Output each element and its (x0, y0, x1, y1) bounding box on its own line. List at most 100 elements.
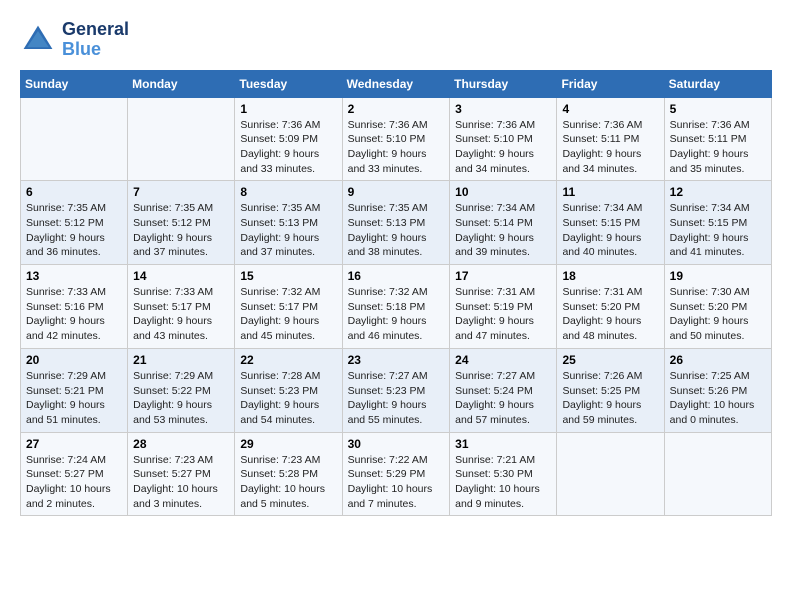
day-info: Sunrise: 7:26 AM Sunset: 5:25 PM Dayligh… (562, 369, 658, 428)
day-number: 16 (348, 269, 445, 283)
day-info: Sunrise: 7:35 AM Sunset: 5:12 PM Dayligh… (133, 201, 229, 260)
day-cell-23: 23 Sunrise: 7:27 AM Sunset: 5:23 PM Dayli… (342, 348, 450, 432)
day-number: 27 (26, 437, 122, 451)
day-number: 20 (26, 353, 122, 367)
day-number: 8 (240, 185, 336, 199)
day-number: 18 (562, 269, 658, 283)
day-cell-6: 6 Sunrise: 7:35 AM Sunset: 5:12 PM Daylig… (21, 181, 128, 265)
day-cell-26: 26 Sunrise: 7:25 AM Sunset: 5:26 PM Dayli… (664, 348, 771, 432)
day-info: Sunrise: 7:36 AM Sunset: 5:11 PM Dayligh… (562, 118, 658, 177)
day-cell-1: 1 Sunrise: 7:36 AM Sunset: 5:09 PM Daylig… (235, 97, 342, 181)
day-info: Sunrise: 7:22 AM Sunset: 5:29 PM Dayligh… (348, 453, 445, 512)
day-info: Sunrise: 7:36 AM Sunset: 5:10 PM Dayligh… (455, 118, 551, 177)
day-info: Sunrise: 7:30 AM Sunset: 5:20 PM Dayligh… (670, 285, 766, 344)
day-info: Sunrise: 7:36 AM Sunset: 5:11 PM Dayligh… (670, 118, 766, 177)
day-cell-22: 22 Sunrise: 7:28 AM Sunset: 5:23 PM Dayli… (235, 348, 342, 432)
day-number: 6 (26, 185, 122, 199)
day-info: Sunrise: 7:33 AM Sunset: 5:17 PM Dayligh… (133, 285, 229, 344)
calendar-week-2: 6 Sunrise: 7:35 AM Sunset: 5:12 PM Daylig… (21, 181, 772, 265)
day-info: Sunrise: 7:33 AM Sunset: 5:16 PM Dayligh… (26, 285, 122, 344)
day-cell-15: 15Sunrise: 7:32 AM Sunset: 5:17 PM Dayli… (235, 265, 342, 349)
day-number: 26 (670, 353, 766, 367)
day-info: Sunrise: 7:35 AM Sunset: 5:13 PM Dayligh… (348, 201, 445, 260)
day-cell-8: 8 Sunrise: 7:35 AM Sunset: 5:13 PM Daylig… (235, 181, 342, 265)
day-number: 4 (562, 102, 658, 116)
day-info: Sunrise: 7:27 AM Sunset: 5:23 PM Dayligh… (348, 369, 445, 428)
day-info: Sunrise: 7:31 AM Sunset: 5:20 PM Dayligh… (562, 285, 658, 344)
day-cell-3: 3 Sunrise: 7:36 AM Sunset: 5:10 PM Daylig… (450, 97, 557, 181)
calendar-week-5: 27 Sunrise: 7:24 AM Sunset: 5:27 PM Dayli… (21, 432, 772, 516)
empty-cell (557, 432, 664, 516)
day-cell-2: 2Sunrise: 7:36 AM Sunset: 5:10 PM Daylig… (342, 97, 450, 181)
day-number: 24 (455, 353, 551, 367)
day-cell-18: 18 Sunrise: 7:31 AM Sunset: 5:20 PM Dayli… (557, 265, 664, 349)
calendar-header-row: SundayMondayTuesdayWednesdayThursdayFrid… (21, 70, 772, 97)
day-cell-14: 14 Sunrise: 7:33 AM Sunset: 5:17 PM Dayli… (128, 265, 235, 349)
calendar-week-4: 20 Sunrise: 7:29 AM Sunset: 5:21 PM Dayli… (21, 348, 772, 432)
day-cell-27: 27 Sunrise: 7:24 AM Sunset: 5:27 PM Dayli… (21, 432, 128, 516)
col-header-thursday: Thursday (450, 70, 557, 97)
col-header-tuesday: Tuesday (235, 70, 342, 97)
col-header-friday: Friday (557, 70, 664, 97)
day-info: Sunrise: 7:36 AM Sunset: 5:09 PM Dayligh… (240, 118, 336, 177)
day-cell-17: 17 Sunrise: 7:31 AM Sunset: 5:19 PM Dayli… (450, 265, 557, 349)
day-number: 7 (133, 185, 229, 199)
day-info: Sunrise: 7:28 AM Sunset: 5:23 PM Dayligh… (240, 369, 336, 428)
day-info: Sunrise: 7:34 AM Sunset: 5:15 PM Dayligh… (670, 201, 766, 260)
day-info: Sunrise: 7:21 AM Sunset: 5:30 PM Dayligh… (455, 453, 551, 512)
day-cell-29: 29 Sunrise: 7:23 AM Sunset: 5:28 PM Dayli… (235, 432, 342, 516)
logo: General Blue (20, 20, 129, 60)
day-number: 11 (562, 185, 658, 199)
calendar-table: SundayMondayTuesdayWednesdayThursdayFrid… (20, 70, 772, 517)
col-header-saturday: Saturday (664, 70, 771, 97)
day-number: 21 (133, 353, 229, 367)
day-cell-11: 11 Sunrise: 7:34 AM Sunset: 5:15 PM Dayli… (557, 181, 664, 265)
day-info: Sunrise: 7:34 AM Sunset: 5:14 PM Dayligh… (455, 201, 551, 260)
calendar-week-3: 13 Sunrise: 7:33 AM Sunset: 5:16 PM Dayli… (21, 265, 772, 349)
day-number: 2 (348, 102, 445, 116)
day-number: 25 (562, 353, 658, 367)
day-info: Sunrise: 7:35 AM Sunset: 5:13 PM Dayligh… (240, 201, 336, 260)
empty-cell (128, 97, 235, 181)
day-info: Sunrise: 7:34 AM Sunset: 5:15 PM Dayligh… (562, 201, 658, 260)
day-number: 17 (455, 269, 551, 283)
day-number: 1 (240, 102, 336, 116)
empty-cell (21, 97, 128, 181)
day-info: Sunrise: 7:29 AM Sunset: 5:22 PM Dayligh… (133, 369, 229, 428)
day-cell-12: 12Sunrise: 7:34 AM Sunset: 5:15 PM Dayli… (664, 181, 771, 265)
day-number: 23 (348, 353, 445, 367)
day-number: 3 (455, 102, 551, 116)
day-info: Sunrise: 7:29 AM Sunset: 5:21 PM Dayligh… (26, 369, 122, 428)
day-cell-21: 21 Sunrise: 7:29 AM Sunset: 5:22 PM Dayli… (128, 348, 235, 432)
logo-text: General Blue (62, 20, 129, 60)
day-number: 29 (240, 437, 336, 451)
col-header-monday: Monday (128, 70, 235, 97)
day-info: Sunrise: 7:24 AM Sunset: 5:27 PM Dayligh… (26, 453, 122, 512)
day-cell-31: 31Sunrise: 7:21 AM Sunset: 5:30 PM Dayli… (450, 432, 557, 516)
day-info: Sunrise: 7:25 AM Sunset: 5:26 PM Dayligh… (670, 369, 766, 428)
day-number: 14 (133, 269, 229, 283)
col-header-sunday: Sunday (21, 70, 128, 97)
day-info: Sunrise: 7:27 AM Sunset: 5:24 PM Dayligh… (455, 369, 551, 428)
empty-cell (664, 432, 771, 516)
day-number: 5 (670, 102, 766, 116)
day-cell-24: 24 Sunrise: 7:27 AM Sunset: 5:24 PM Dayli… (450, 348, 557, 432)
day-cell-4: 4 Sunrise: 7:36 AM Sunset: 5:11 PM Daylig… (557, 97, 664, 181)
day-cell-20: 20 Sunrise: 7:29 AM Sunset: 5:21 PM Dayli… (21, 348, 128, 432)
day-number: 28 (133, 437, 229, 451)
day-number: 22 (240, 353, 336, 367)
day-info: Sunrise: 7:35 AM Sunset: 5:12 PM Dayligh… (26, 201, 122, 260)
day-info: Sunrise: 7:31 AM Sunset: 5:19 PM Dayligh… (455, 285, 551, 344)
col-header-wednesday: Wednesday (342, 70, 450, 97)
day-number: 9 (348, 185, 445, 199)
day-cell-30: 30Sunrise: 7:22 AM Sunset: 5:29 PM Dayli… (342, 432, 450, 516)
day-cell-25: 25 Sunrise: 7:26 AM Sunset: 5:25 PM Dayli… (557, 348, 664, 432)
day-cell-7: 7 Sunrise: 7:35 AM Sunset: 5:12 PM Daylig… (128, 181, 235, 265)
day-info: Sunrise: 7:23 AM Sunset: 5:27 PM Dayligh… (133, 453, 229, 512)
day-cell-10: 10Sunrise: 7:34 AM Sunset: 5:14 PM Dayli… (450, 181, 557, 265)
day-cell-28: 28 Sunrise: 7:23 AM Sunset: 5:27 PM Dayli… (128, 432, 235, 516)
day-info: Sunrise: 7:23 AM Sunset: 5:28 PM Dayligh… (240, 453, 336, 512)
day-info: Sunrise: 7:32 AM Sunset: 5:17 PM Dayligh… (240, 285, 336, 344)
day-number: 13 (26, 269, 122, 283)
day-cell-5: 5 Sunrise: 7:36 AM Sunset: 5:11 PM Daylig… (664, 97, 771, 181)
